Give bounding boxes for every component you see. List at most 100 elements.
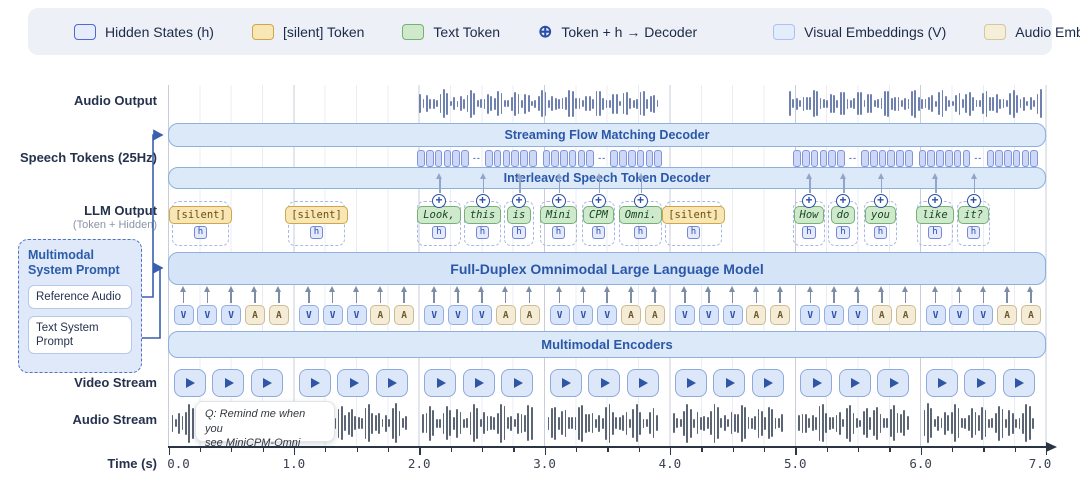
waveform-bar [419, 94, 421, 113]
waveform-bar [639, 412, 641, 435]
visual-embedding-box: V [973, 305, 993, 325]
waveform-bar [874, 100, 876, 107]
llm-token-text: +likeh [917, 201, 953, 246]
embedding-cell: V [448, 291, 468, 328]
waveform-bar [402, 418, 404, 428]
token-up-arrow-icon [935, 178, 937, 193]
waveform-bar [423, 99, 425, 108]
video-frame-box [675, 369, 707, 397]
axis-tick-label: 0.0 [167, 456, 190, 471]
axis-minor-tick [952, 448, 953, 452]
visual-embedding-box: V [573, 305, 593, 325]
interleaved-speech-token-decoder-bar: Interleaved Speech Token Decoder [168, 167, 1046, 189]
token-pill: [silent] [285, 206, 348, 224]
waveform-bar [470, 412, 472, 435]
waveform-bar [568, 90, 570, 117]
speech-token-square [646, 150, 654, 167]
waveform-bar [887, 91, 889, 117]
embedding-cell: A [370, 291, 390, 328]
waveform-bar [432, 410, 434, 436]
waveform-bar [463, 419, 465, 428]
waveform-bar [643, 91, 645, 116]
axis-tick-label: 5.0 [784, 456, 807, 471]
waveform-bar [565, 97, 567, 110]
speech-token-square [417, 150, 425, 167]
waveform-bar [548, 100, 550, 108]
embedding-up-arrow-icon [308, 291, 310, 303]
waveform-bar [626, 412, 628, 435]
speech-token-square [896, 150, 904, 167]
waveform-bar [934, 419, 936, 427]
visual-embedding-box: V [699, 305, 719, 325]
waveform-bar [826, 100, 828, 108]
token-pill: How [794, 206, 825, 224]
waveform-bar [992, 97, 994, 111]
embedding-up-arrow-icon [756, 291, 758, 303]
embedding-up-arrow-icon [529, 291, 531, 303]
video-frame-box [752, 369, 784, 397]
waveform-bar [395, 403, 397, 443]
waveform-bar [640, 92, 642, 115]
audio-stream-wave-segment [673, 403, 786, 443]
axis-minor-tick [388, 448, 389, 452]
speech-token-square [503, 150, 511, 167]
token-up-arrow-icon [483, 178, 485, 193]
waveform-bar [820, 98, 822, 109]
waveform-bar [473, 404, 475, 442]
waveform-bar [588, 414, 590, 432]
play-icon [726, 378, 735, 388]
token-pill: [silent] [662, 206, 725, 224]
waveform-bar [504, 406, 506, 440]
hidden-state-chip: h [928, 226, 941, 239]
waveform-bar [975, 412, 977, 435]
embedding-cell: V [824, 291, 844, 328]
waveform-bar [1009, 93, 1011, 115]
embedding-up-arrow-icon [935, 291, 937, 303]
waveform-bar [504, 100, 506, 107]
embedding-up-arrow-icon [583, 291, 585, 303]
waveform-bar [833, 95, 835, 113]
embedding-cell: A [269, 291, 289, 328]
waveform-bar [937, 416, 939, 431]
embedding-cell: A [621, 291, 641, 328]
waveform-bar [581, 405, 583, 442]
token-up-arrow-icon [519, 178, 521, 193]
video-frame-box [251, 369, 283, 397]
play-icon [350, 378, 359, 388]
waveform-bar [473, 93, 475, 115]
speech-token-square [654, 150, 662, 167]
llm-token-silent: [silent]h [172, 201, 229, 246]
axis-major-tick [169, 448, 170, 455]
waveform-bar [623, 93, 625, 114]
legend-label: Hidden States (h) [105, 24, 214, 40]
waveform-bar [572, 91, 574, 117]
embedding-up-arrow-icon [183, 291, 185, 303]
token-pill: do [831, 206, 856, 224]
video-frame-box [463, 369, 495, 397]
waveform-bar [368, 404, 370, 442]
waveform-bar [375, 415, 377, 431]
label-llm-output: LLM Output [0, 203, 157, 218]
visual-embedding-box: V [550, 305, 570, 325]
audio-embedding-box: A [245, 305, 265, 325]
token-up-arrow-icon [843, 178, 845, 193]
axis-tick-label: 4.0 [659, 456, 682, 471]
legend-item-plus: ⊕Token + h → Decoder [538, 24, 697, 40]
embedding-cell: A [896, 291, 916, 328]
waveform-bar [873, 410, 875, 436]
token-up-arrow-icon [881, 178, 883, 193]
speech-token-square [870, 150, 878, 167]
embedding-cell: V [299, 291, 319, 328]
waveform-bar [1030, 97, 1032, 110]
embedding-cell: A [746, 291, 766, 328]
visual-embedding-box: V [848, 305, 868, 325]
waveform-bar [880, 414, 882, 433]
waveform-bar [579, 98, 581, 109]
video-frame-box [424, 369, 456, 397]
visual-embedding-box: V [323, 305, 343, 325]
waveform-bar [673, 413, 675, 433]
waveform-bar [477, 100, 479, 107]
legend-label: Audio Embeddings (A) [1015, 24, 1080, 40]
speech-token-square [919, 150, 927, 167]
waveform-bar [507, 100, 509, 107]
